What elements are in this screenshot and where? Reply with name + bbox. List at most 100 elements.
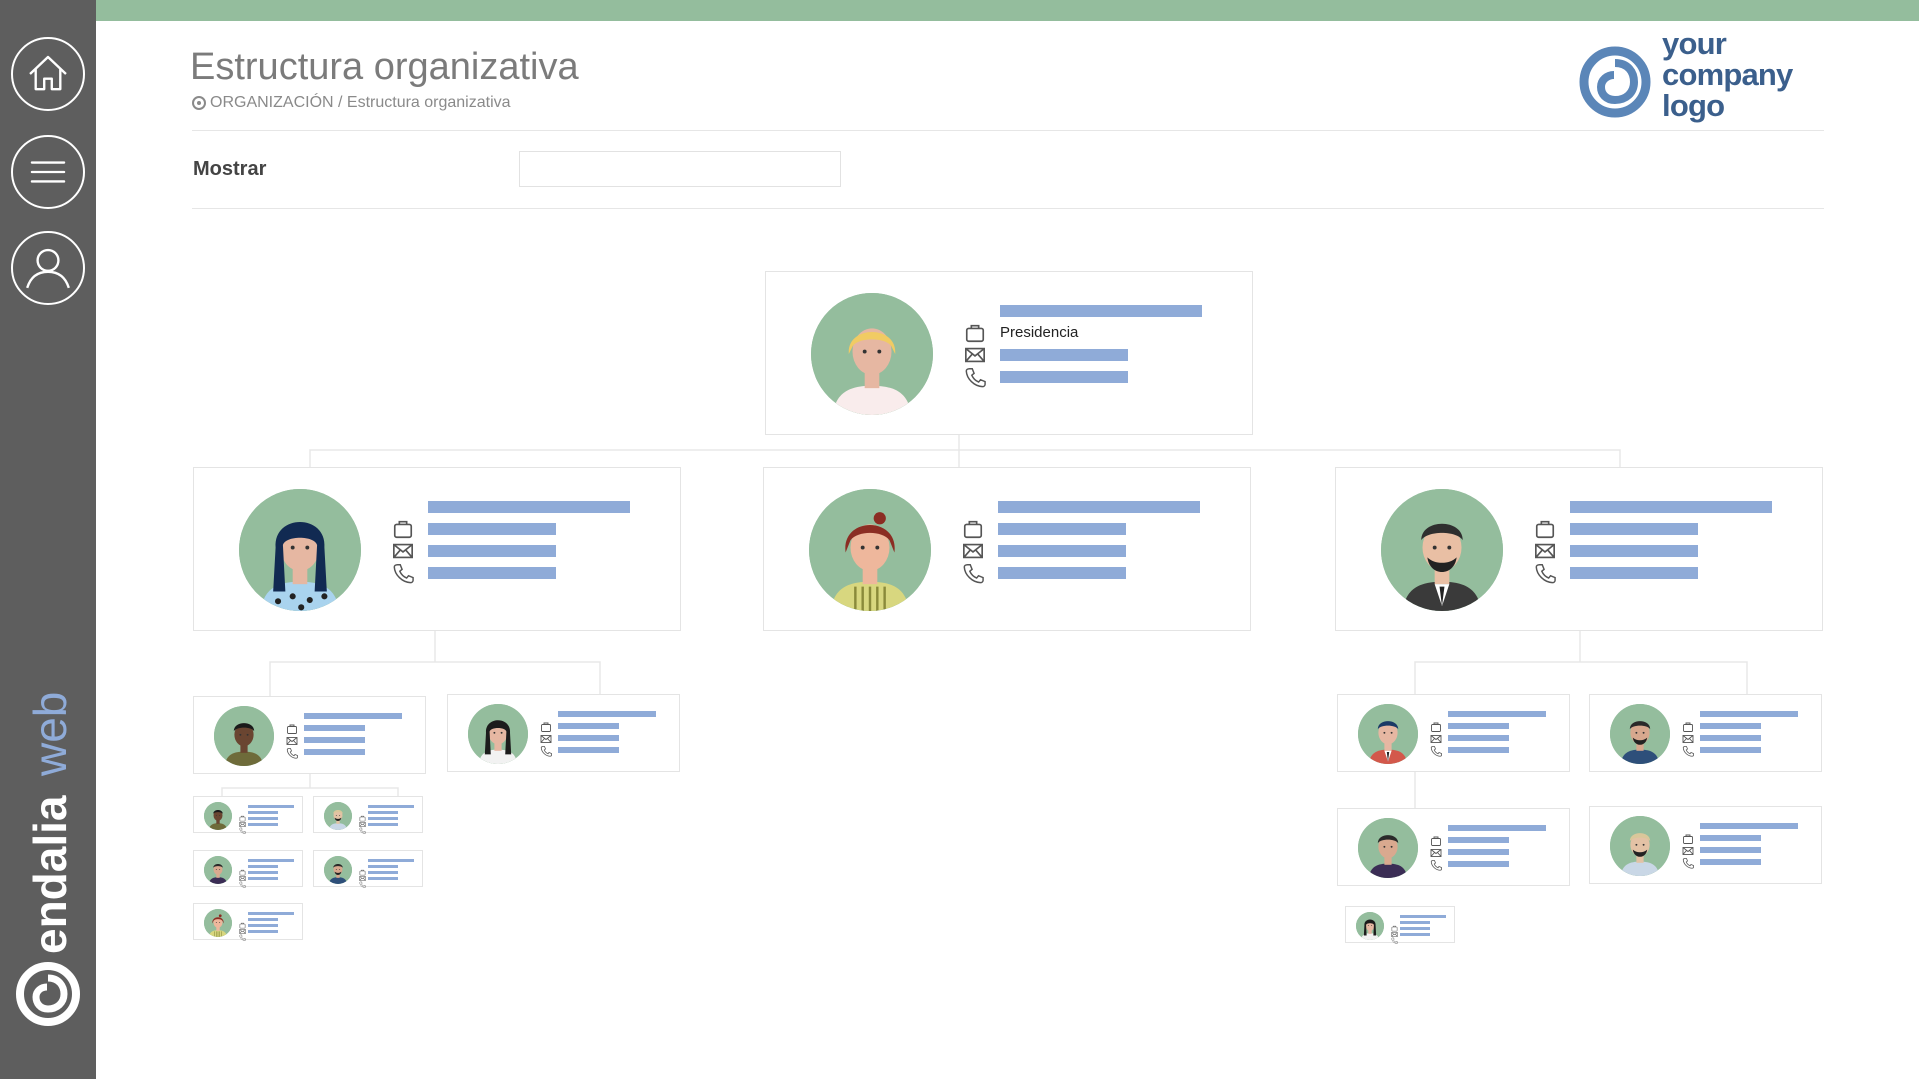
org-card[interactable]: [1337, 808, 1570, 886]
org-card-root[interactable]: Presidencia: [765, 271, 1253, 435]
redacted-text-placeholder: [304, 713, 402, 719]
redacted-text-placeholder: [1700, 747, 1761, 753]
redacted-text-placeholder: [1400, 920, 1430, 924]
redacted-text-placeholder: [1400, 926, 1430, 930]
avatar: [324, 855, 352, 884]
redacted-text-placeholder: [248, 822, 278, 826]
org-card[interactable]: [1589, 694, 1822, 772]
job-title: Presidencia: [1000, 324, 1079, 341]
redacted-text-placeholder: [248, 870, 278, 874]
redacted-text-placeholder: [1448, 711, 1546, 717]
redacted-text-placeholder: [998, 545, 1126, 557]
org-card[interactable]: [193, 903, 303, 941]
redacted-text-placeholder: [998, 501, 1200, 513]
redacted-text-placeholder: [368, 816, 398, 820]
org-card[interactable]: [447, 694, 680, 772]
org-card[interactable]: [1589, 806, 1822, 884]
phone-icon: [1534, 562, 1556, 589]
avatar: [1381, 489, 1503, 611]
redacted-text-placeholder: [428, 523, 556, 535]
redacted-text-placeholder: [248, 804, 294, 808]
redacted-text-placeholder: [558, 735, 619, 741]
avatar: [204, 855, 232, 884]
avatar: [204, 801, 232, 830]
redacted-text-placeholder: [368, 864, 398, 868]
redacted-text-placeholder: [1448, 837, 1509, 843]
phone-icon: [1682, 856, 1694, 874]
redacted-text-placeholder: [1570, 567, 1698, 579]
avatar: [1356, 911, 1384, 940]
redacted-text-placeholder: [1700, 859, 1761, 865]
redacted-text-placeholder: [1000, 305, 1202, 317]
redacted-text-placeholder: [1700, 735, 1761, 741]
phone-icon: [1430, 858, 1442, 876]
redacted-text-placeholder: [1448, 735, 1509, 741]
avatar: [1610, 816, 1670, 876]
redacted-text-placeholder: [248, 858, 294, 862]
redacted-text-placeholder: [1570, 501, 1772, 513]
phone-icon: [540, 744, 552, 762]
redacted-text-placeholder: [368, 876, 398, 880]
org-card[interactable]: [313, 850, 423, 888]
redacted-text-placeholder: [368, 804, 414, 808]
redacted-text-placeholder: [1700, 835, 1761, 841]
phone-icon: [359, 821, 366, 839]
redacted-text-placeholder: [248, 810, 278, 814]
redacted-text-placeholder: [368, 810, 398, 814]
avatar: [1610, 704, 1670, 764]
redacted-text-placeholder: [368, 858, 414, 862]
avatar: [214, 706, 274, 766]
redacted-text-placeholder: [1448, 723, 1509, 729]
avatar: [809, 489, 931, 611]
redacted-text-placeholder: [1400, 932, 1430, 936]
redacted-text-placeholder: [998, 523, 1126, 535]
org-card[interactable]: [193, 850, 303, 888]
redacted-text-placeholder: [368, 822, 398, 826]
redacted-text-placeholder: [1700, 711, 1798, 717]
avatar: [811, 293, 933, 415]
redacted-text-placeholder: [1000, 349, 1128, 361]
redacted-text-placeholder: [248, 929, 278, 933]
phone-icon: [286, 746, 298, 764]
phone-icon: [1430, 744, 1442, 762]
org-card[interactable]: [1335, 467, 1823, 631]
redacted-text-placeholder: [1000, 371, 1128, 383]
redacted-text-placeholder: [1570, 545, 1698, 557]
avatar: [324, 801, 352, 830]
redacted-text-placeholder: [304, 725, 365, 731]
org-card[interactable]: [763, 467, 1251, 631]
redacted-text-placeholder: [428, 567, 556, 579]
phone-icon: [359, 875, 366, 893]
redacted-text-placeholder: [1448, 849, 1509, 855]
redacted-text-placeholder: [428, 501, 630, 513]
avatar: [204, 908, 232, 937]
avatar: [1358, 818, 1418, 878]
redacted-text-placeholder: [1448, 861, 1509, 867]
redacted-text-placeholder: [558, 711, 656, 717]
org-card[interactable]: [1345, 906, 1455, 944]
redacted-text-placeholder: [248, 923, 278, 927]
redacted-text-placeholder: [1570, 523, 1698, 535]
org-card[interactable]: [313, 796, 423, 834]
org-card[interactable]: [193, 467, 681, 631]
redacted-text-placeholder: [304, 737, 365, 743]
redacted-text-placeholder: [1400, 914, 1446, 918]
org-card[interactable]: [1337, 694, 1570, 772]
avatar: [239, 489, 361, 611]
org-card[interactable]: [193, 796, 303, 834]
phone-icon: [962, 562, 984, 589]
redacted-text-placeholder: [1448, 747, 1509, 753]
redacted-text-placeholder: [248, 816, 278, 820]
redacted-text-placeholder: [998, 567, 1126, 579]
redacted-text-placeholder: [558, 723, 619, 729]
phone-icon: [239, 928, 246, 946]
org-card[interactable]: [193, 696, 426, 774]
redacted-text-placeholder: [248, 864, 278, 868]
redacted-text-placeholder: [248, 911, 294, 915]
avatar: [468, 704, 528, 764]
redacted-text-placeholder: [1700, 723, 1761, 729]
redacted-text-placeholder: [248, 876, 278, 880]
phone-icon: [392, 562, 414, 589]
phone-icon: [239, 875, 246, 893]
redacted-text-placeholder: [1700, 823, 1798, 829]
